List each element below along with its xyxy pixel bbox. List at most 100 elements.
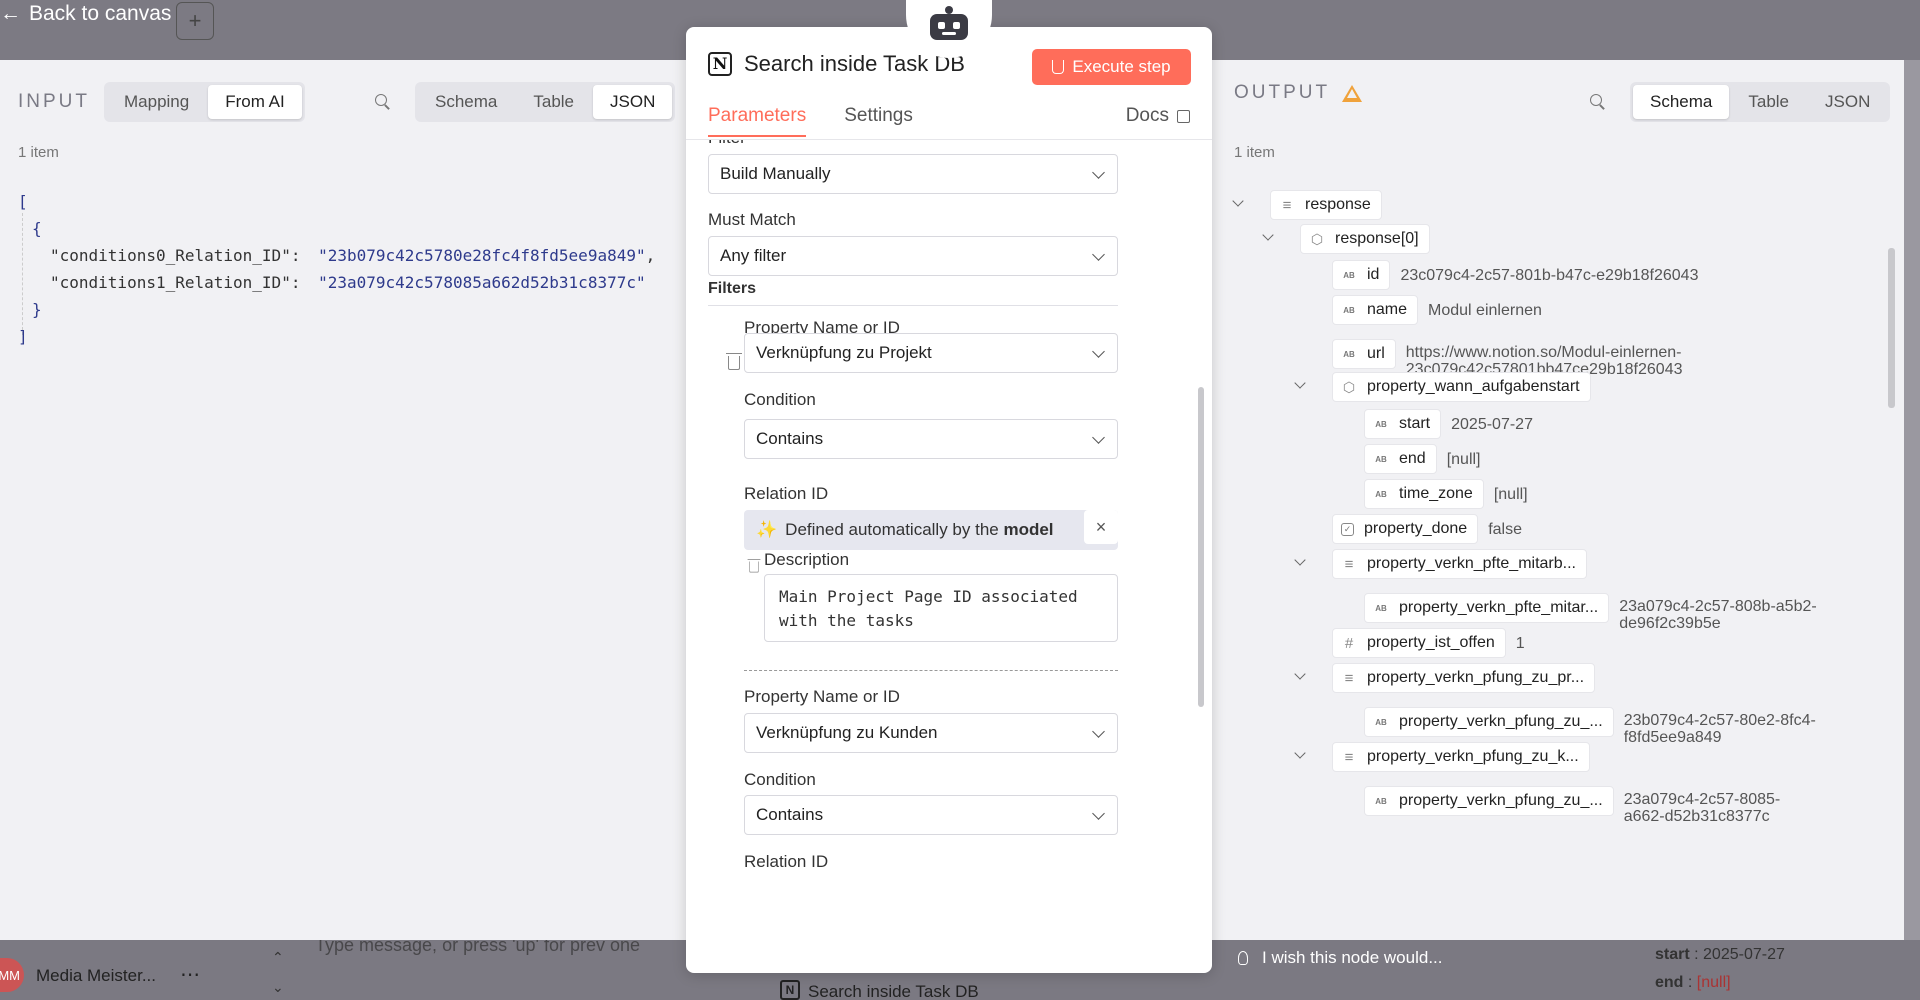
tab-table[interactable]: Table xyxy=(1731,85,1806,119)
schema-field-key: property_ist_offen xyxy=(1367,634,1495,651)
schema-field-pill[interactable]: property_verkn_pfung_zu_pr... xyxy=(1332,663,1596,693)
workspace-name[interactable]: Media Meister... xyxy=(36,966,156,986)
input-view-switch: Schema Table JSON xyxy=(415,82,676,122)
list-type-icon xyxy=(1341,749,1357,765)
json-value[interactable]: "23a079c42c578085a662d52b31c8377c" xyxy=(318,273,646,292)
feedback-bar[interactable]: I wish this node would... xyxy=(1210,940,1810,976)
schema-field-pill[interactable]: AB property_verkn_pfte_mitar... xyxy=(1364,593,1610,623)
json-key[interactable]: "conditions0_Relation_ID": xyxy=(50,246,300,265)
docs-link[interactable]: Docs xyxy=(1126,105,1190,127)
execute-step-label: Execute step xyxy=(1072,57,1171,76)
must-match-select-value: Any filter xyxy=(720,246,787,265)
search-icon[interactable] xyxy=(1590,94,1606,110)
property-select[interactable]: Verknüpfung zu Projekt xyxy=(744,333,1118,373)
back-to-canvas-button[interactable]: ← Back to canvas xyxy=(0,2,171,26)
string-type-icon: AB xyxy=(1375,603,1387,613)
filter-label: Filter xyxy=(708,140,746,148)
relation-id-label: Relation ID xyxy=(744,852,829,871)
schema-field-row: response xyxy=(1270,190,1382,220)
schema-field-pill[interactable]: ✓ property_done xyxy=(1332,514,1479,544)
string-type-icon: AB xyxy=(1375,717,1387,727)
schema-field-pill[interactable]: property_wann_aufgabenstart xyxy=(1332,372,1591,402)
schema-field-pill[interactable]: response[0] xyxy=(1300,224,1430,254)
tab-table[interactable]: Table xyxy=(516,85,591,119)
schema-field-row: AB end [null] xyxy=(1364,444,1481,474)
input-pane: INPUT Mapping From AI Schema Table JSON … xyxy=(0,60,687,940)
trash-icon[interactable] xyxy=(747,559,761,573)
schema-field-key: property_verkn_pfung_zu_... xyxy=(1399,792,1603,809)
condition-select[interactable]: Contains xyxy=(744,795,1118,835)
input-title: INPUT xyxy=(18,91,90,112)
schema-field-value: 23c079c4-2c57-801b-b47c-e29b18f26043 xyxy=(1400,266,1699,284)
schema-field-value: [null] xyxy=(1493,485,1528,503)
schema-field-pill[interactable]: response xyxy=(1270,190,1382,220)
condition-label: Condition xyxy=(744,390,816,409)
docs-label: Docs xyxy=(1125,105,1169,126)
chevron-down-icon[interactable] xyxy=(1294,668,1306,680)
chevron-down-icon[interactable] xyxy=(1232,195,1244,207)
chevron-down-icon[interactable] xyxy=(1294,377,1306,389)
condition-select[interactable]: Contains xyxy=(744,419,1118,459)
tab-from-ai[interactable]: From AI xyxy=(208,85,302,119)
filter-select-value: Build Manually xyxy=(720,164,831,183)
trash-icon[interactable] xyxy=(726,353,742,370)
schema-field-pill[interactable]: property_ist_offen xyxy=(1332,628,1506,658)
schema-field-pill[interactable]: AB start xyxy=(1364,409,1442,439)
schema-field-row: AB id 23c079c4-2c57-801b-b47c-e29b18f26043 xyxy=(1332,260,1698,290)
output-scrollbar[interactable] xyxy=(1888,248,1895,408)
chevron-down-icon[interactable] xyxy=(1294,554,1306,566)
feedback-label: I wish this node would... xyxy=(1262,948,1443,967)
string-type-icon: AB xyxy=(1343,270,1355,280)
output-header: OUTPUT xyxy=(1234,82,1363,104)
schema-field-pill[interactable]: AB time_zone xyxy=(1364,479,1484,509)
search-icon[interactable] xyxy=(375,94,391,110)
schema-field-pill[interactable]: property_verkn_pfte_mitarb... xyxy=(1332,549,1587,579)
close-icon[interactable]: × xyxy=(1084,510,1118,544)
chevron-down-icon xyxy=(1092,725,1105,738)
tab-parameters[interactable]: Parameters xyxy=(708,105,807,137)
description-textarea[interactable]: Main Project Page ID associated with the… xyxy=(764,574,1118,642)
schema-field-key: property_done xyxy=(1364,520,1468,537)
relation-id-ai-field[interactable]: ✨ Defined automatically by the model × xyxy=(744,510,1118,550)
execute-step-button[interactable]: Execute step xyxy=(1032,49,1191,85)
tab-mapping[interactable]: Mapping xyxy=(107,85,206,119)
condition-select-value: Contains xyxy=(756,429,824,448)
schema-field-pill[interactable]: property_verkn_pfung_zu_k... xyxy=(1332,742,1590,772)
schema-field-pill[interactable]: AB url xyxy=(1332,339,1396,369)
chat-history-arrows-icon[interactable]: ⌃ ⌄ xyxy=(272,942,284,1000)
warning-icon[interactable] xyxy=(1342,84,1363,102)
add-node-button[interactable]: + xyxy=(176,2,214,40)
more-options-icon[interactable]: ⋯ xyxy=(180,962,200,987)
schema-field-pill[interactable]: AB property_verkn_pfung_zu_... xyxy=(1364,786,1614,816)
tab-schema[interactable]: Schema xyxy=(1633,85,1730,119)
string-type-icon: AB xyxy=(1375,489,1387,499)
tab-json[interactable]: JSON xyxy=(1808,85,1887,119)
tab-schema[interactable]: Schema xyxy=(418,85,514,119)
schema-field-pill[interactable]: AB id xyxy=(1332,260,1391,290)
schema-field-pill[interactable]: AB end xyxy=(1364,444,1437,474)
list-type-icon xyxy=(1279,197,1295,213)
filter-select[interactable]: Build Manually xyxy=(708,154,1118,194)
schema-field-row: AB start 2025-07-27 xyxy=(1364,409,1533,439)
parameters-scrollbar[interactable] xyxy=(1198,387,1204,707)
canvas-right-edge xyxy=(1904,60,1920,940)
schema-field-key: response xyxy=(1305,196,1371,213)
property-select[interactable]: Verknüpfung zu Kunden xyxy=(744,713,1118,753)
node-title[interactable]: Search inside Task DB xyxy=(744,51,965,77)
schema-field-row: AB url https://www.notion.so/Modul-einlern… xyxy=(1332,330,1682,378)
json-key[interactable]: "conditions1_Relation_ID": xyxy=(50,273,300,292)
chevron-down-icon[interactable] xyxy=(1262,229,1274,241)
input-json-view: [ { "conditions0_Relation_ID": "23b079c4… xyxy=(18,188,655,350)
schema-field-key: property_verkn_pfte_mitarb... xyxy=(1367,555,1576,572)
tab-json[interactable]: JSON xyxy=(593,85,673,119)
tab-settings[interactable]: Settings xyxy=(844,105,913,137)
schema-field-pill[interactable]: AB property_verkn_pfung_zu_... xyxy=(1364,707,1614,737)
schema-field-pill[interactable]: AB name xyxy=(1332,295,1419,325)
canvas-node-label[interactable]: Search inside Task DB xyxy=(808,982,979,1000)
output-item-count: 1 item xyxy=(1234,144,1275,161)
chevron-down-icon[interactable] xyxy=(1294,747,1306,759)
string-type-icon: AB xyxy=(1375,419,1387,429)
schema-field-key: property_verkn_pfung_zu_pr... xyxy=(1367,669,1585,686)
json-value[interactable]: "23b079c42c5780e28fc4f8fd5ee9a849" xyxy=(318,246,646,265)
must-match-select[interactable]: Any filter xyxy=(708,236,1118,276)
